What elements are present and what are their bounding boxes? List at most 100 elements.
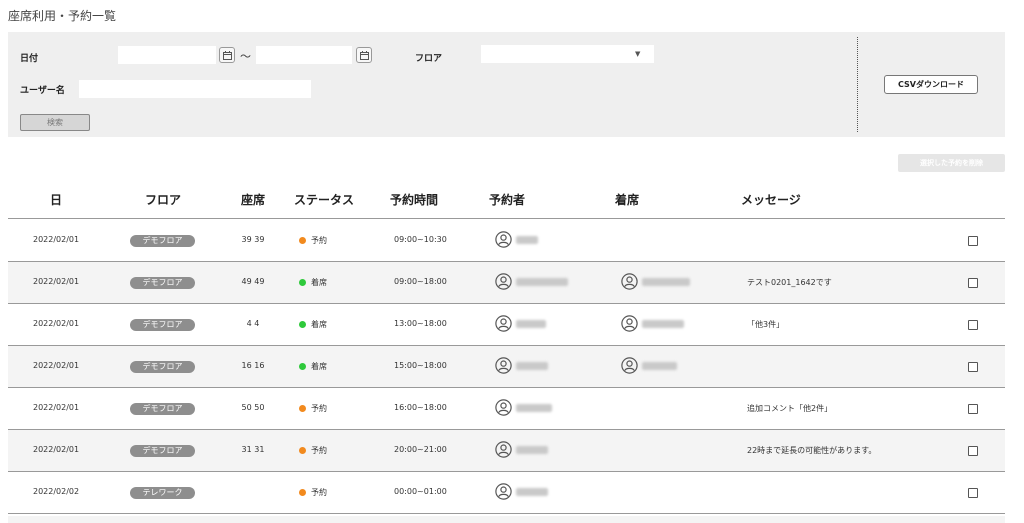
calendar-icon (360, 51, 369, 60)
row-select-checkbox[interactable] (968, 236, 978, 246)
floor-badge: デモフロア (130, 319, 195, 331)
floor-badge: デモフロア (130, 277, 195, 289)
status-indicator: 着席 (299, 319, 327, 330)
header-floor: フロア (145, 193, 182, 207)
status-text: 予約 (311, 404, 327, 413)
row-select-checkbox[interactable] (968, 446, 978, 456)
header-attendee: 着席 (615, 193, 640, 207)
username-input[interactable] (79, 80, 311, 98)
date-label: 日付 (20, 54, 39, 64)
status-dot (299, 237, 306, 244)
floor-badge: デモフロア (130, 361, 195, 373)
row-select-checkbox[interactable] (968, 488, 978, 498)
table-row: 2022/02/01 デモフロア 31 31 予約 20:00~21:00 22時まで延長… (8, 430, 1005, 472)
status-text: 着席 (311, 320, 327, 329)
status-dot (299, 447, 306, 454)
status-text: 着席 (311, 278, 327, 287)
row-select-checkbox[interactable] (968, 320, 978, 330)
date-to-calendar-button[interactable] (356, 47, 372, 63)
row-message: 22時まで延長の可能性があります。 (747, 446, 877, 455)
user-avatar-icon (621, 273, 638, 290)
row-seat: 49 49 (241, 277, 265, 286)
redacted-name (516, 488, 548, 496)
status-text: 予約 (311, 488, 327, 497)
row-message: テスト0201_1642です (747, 278, 832, 287)
status-text: 予約 (311, 446, 327, 455)
table-row: 2022/02/01 デモフロア 50 50 予約 16:00~18:00 追加コメント「… (8, 388, 1005, 430)
status-indicator: 予約 (299, 445, 327, 456)
redacted-name (516, 320, 546, 328)
floor-label: フロア (415, 54, 443, 64)
header-time: 予約時間 (390, 193, 439, 207)
header-message: メッセージ (741, 193, 801, 207)
row-time: 00:00~01:00 (394, 487, 447, 496)
calendar-icon (223, 51, 232, 60)
header-seat: 座席 (241, 193, 266, 207)
status-dot (299, 279, 306, 286)
table-row: 2022/02/01 デモフロア 4 4 着席 13:00~18:00 「他3件」 (8, 304, 1005, 346)
user-avatar-icon (621, 315, 638, 332)
redacted-name (516, 404, 552, 412)
row-date: 2022/02/01 (33, 235, 80, 244)
row-date: 2022/02/01 (33, 319, 80, 328)
status-text: 予約 (311, 236, 327, 245)
row-select-checkbox[interactable] (968, 278, 978, 288)
date-to-input[interactable] (256, 46, 352, 64)
user-avatar-icon (495, 441, 512, 458)
date-from-input[interactable] (118, 46, 216, 64)
row-date: 2022/02/02 (33, 487, 80, 496)
status-text: 着席 (311, 362, 327, 371)
table-row: 2022/02/01 デモフロア 16 16 着席 15:00~18:00 (8, 346, 1005, 388)
redacted-name (516, 446, 548, 454)
status-indicator: 着席 (299, 277, 327, 288)
row-time: 09:00~10:30 (394, 235, 447, 244)
filter-panel: 日付 ～ フロア ▼ ユーザー名 検索 CSVダウンロード (8, 32, 1005, 137)
username-label: ユーザー名 (20, 86, 65, 96)
row-message: 「他3件」 (747, 320, 785, 329)
user-avatar-icon (495, 315, 512, 332)
status-dot (299, 363, 306, 370)
header-status: ステータス (294, 193, 355, 207)
table-row: 2022/02/02 テレワーク 予約 00:00~01:00 (8, 472, 1005, 514)
page-title: 座席利用・予約一覧 (8, 9, 117, 23)
user-avatar-icon (495, 357, 512, 374)
date-from-calendar-button[interactable] (219, 47, 235, 63)
row-select-checkbox[interactable] (968, 362, 978, 372)
panel-divider (857, 37, 858, 132)
redacted-name (516, 278, 568, 286)
floor-badge: デモフロア (130, 403, 195, 415)
status-indicator: 予約 (299, 403, 327, 414)
row-time: 09:00~18:00 (394, 277, 447, 286)
status-indicator: 着席 (299, 361, 327, 372)
row-date: 2022/02/01 (33, 445, 80, 454)
floor-select[interactable]: ▼ (481, 45, 654, 63)
csv-download-button[interactable]: CSVダウンロード (884, 75, 978, 94)
row-select-checkbox[interactable] (968, 404, 978, 414)
row-time: 16:00~18:00 (394, 403, 447, 412)
status-dot (299, 405, 306, 412)
table-row: 2022/02/01 デモフロア 49 49 着席 09:00~18:00 テスト0201… (8, 262, 1005, 304)
row-time: 13:00~18:00 (394, 319, 447, 328)
table-row: 2022/02/01 デモフロア 39 39 予約 09:00~10:30 (8, 220, 1005, 262)
row-date: 2022/02/01 (33, 403, 80, 412)
date-range-separator: ～ (240, 50, 251, 63)
search-button[interactable]: 検索 (20, 114, 90, 131)
header-date: 日 (50, 193, 63, 207)
row-seat: 16 16 (241, 361, 265, 370)
row-date: 2022/02/01 (33, 361, 80, 370)
row-message: 追加コメント「他2件」 (747, 404, 833, 413)
redacted-name (642, 320, 684, 328)
chevron-down-icon: ▼ (635, 50, 641, 58)
delete-selected-button[interactable]: 選択した予約を削除 (898, 154, 1005, 172)
header-reserver: 予約者 (489, 193, 526, 207)
status-indicator: 予約 (299, 487, 327, 498)
row-seat: 31 31 (241, 445, 265, 454)
row-seat: 50 50 (241, 403, 265, 412)
floor-badge: テレワーク (130, 487, 195, 499)
user-avatar-icon (621, 357, 638, 374)
redacted-name (516, 236, 538, 244)
floor-badge: デモフロア (130, 445, 195, 457)
status-dot (299, 321, 306, 328)
row-time: 15:00~18:00 (394, 361, 447, 370)
redacted-name (516, 362, 548, 370)
